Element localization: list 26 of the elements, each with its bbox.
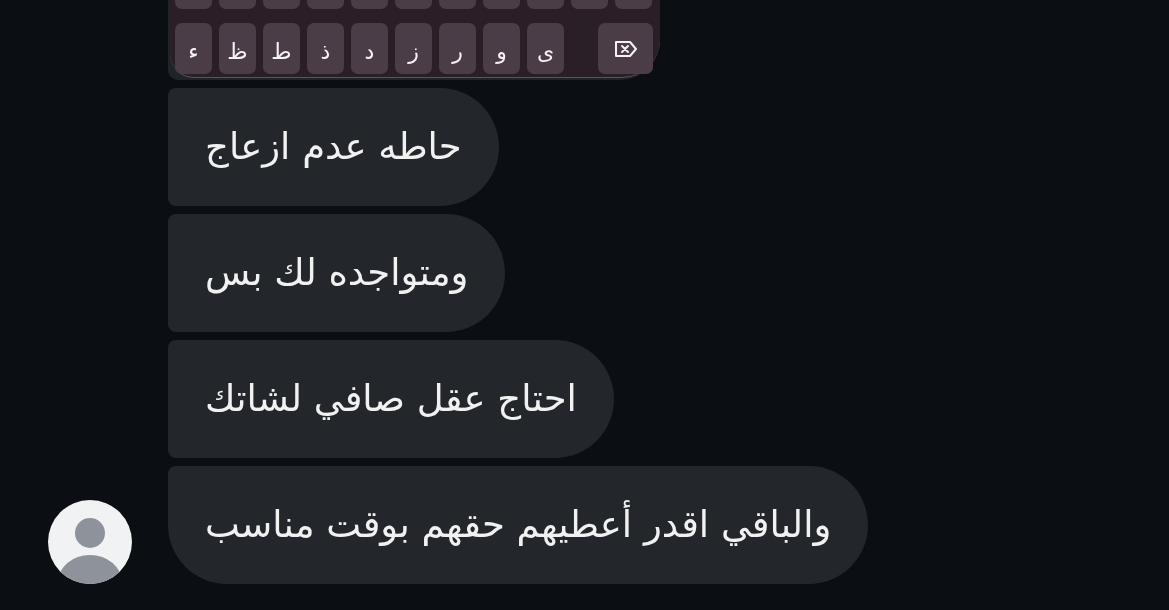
keyboard-key: و (483, 23, 520, 74)
keyboard-key (615, 0, 652, 9)
keyboard-key (527, 0, 564, 9)
keyboard-key: ر (439, 23, 476, 74)
keyboard-key: ز (395, 23, 432, 74)
keyboard-key: ء (175, 23, 212, 74)
keyboard-key (483, 0, 520, 9)
avatar-icon (48, 500, 132, 584)
keyboard-key: ط (263, 23, 300, 74)
message-text: حاطه عدم ازعاج (204, 124, 463, 171)
message-text: احتاج عقل صافي لشاتك (204, 376, 578, 423)
keyboard-key: ظ (219, 23, 256, 74)
keyboard-key: ى (527, 23, 564, 74)
message-text: والباقي اقدر أعطيهم حقهم بوقت مناسب (203, 500, 834, 550)
keyboard-key (263, 0, 300, 9)
keyboard-key (351, 0, 388, 9)
keyboard-key: ذ (307, 23, 344, 74)
keyboard-key (175, 0, 212, 9)
keyboard-key (219, 0, 256, 9)
keyboard-key (395, 0, 432, 9)
message-text: ومتواجده لك بس (204, 250, 470, 297)
backspace-icon (613, 39, 638, 58)
keyboard-key (439, 0, 476, 9)
keyboard-key: د (351, 23, 388, 74)
keyboard-key (307, 0, 344, 9)
keyboard-key (571, 0, 608, 9)
